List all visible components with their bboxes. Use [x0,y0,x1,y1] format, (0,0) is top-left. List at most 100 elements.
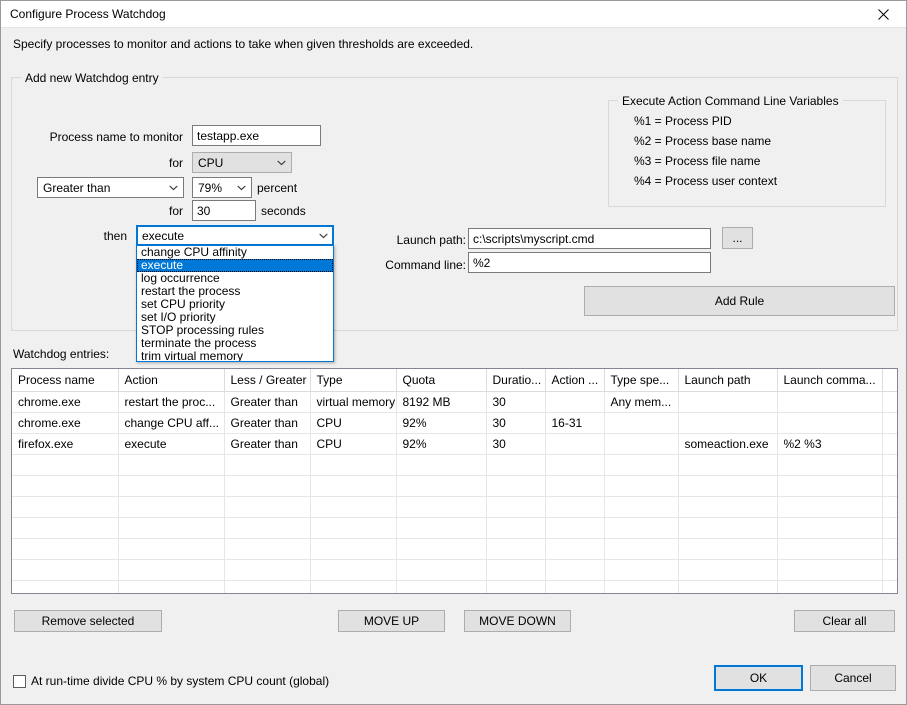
cancel-button[interactable]: Cancel [810,665,896,691]
duration-input[interactable] [192,200,256,221]
action-combo[interactable]: execute [136,225,334,246]
table-cell [396,475,486,496]
close-icon[interactable] [860,1,906,28]
table-cell [486,475,545,496]
table-cell [545,538,604,559]
table-cell: 92% [396,433,486,454]
table-cell [12,580,118,594]
move-up-button[interactable]: MOVE UP [338,610,445,632]
browse-button[interactable]: ... [722,227,753,249]
watchdog-entries-grid[interactable]: Process nameActionLess / GreaterTypeQuot… [11,368,898,594]
table-cell [604,517,678,538]
table-cell [604,454,678,475]
table-cell: CPU [310,433,396,454]
table-cell [545,391,604,412]
table-row[interactable] [12,475,897,496]
table-cell [604,580,678,594]
table-cell: chrome.exe [12,391,118,412]
table-cell [604,559,678,580]
clear-all-button[interactable]: Clear all [794,610,895,632]
ok-button[interactable]: OK [714,665,803,691]
table-cell: Greater than [224,391,310,412]
table-cell [777,412,882,433]
action-value: execute [137,229,314,243]
table-cell [882,496,897,517]
table-cell [310,538,396,559]
table-cell [604,412,678,433]
action-dropdown-list[interactable]: change CPU affinityexecutelog occurrence… [136,245,334,362]
table-cell [118,475,224,496]
table-row[interactable] [12,559,897,580]
table-cell [678,412,777,433]
table-cell [310,496,396,517]
table-cell: Any mem... [604,391,678,412]
table-row[interactable]: firefox.exeexecuteGreater thanCPU92%30so… [12,433,897,454]
table-cell: 30 [486,433,545,454]
table-row[interactable] [12,580,897,594]
column-header-9[interactable]: Launch comma... [777,369,882,391]
column-header-6[interactable]: Action ... [545,369,604,391]
table-cell: chrome.exe [12,412,118,433]
process-name-input[interactable] [192,125,321,146]
table-row[interactable] [12,496,897,517]
table-row[interactable]: chrome.exechange CPU aff...Greater thanC… [12,412,897,433]
table-cell [224,559,310,580]
add-watchdog-entry-legend: Add new Watchdog entry [21,71,163,85]
launch-path-input[interactable] [468,228,711,249]
table-cell: 30 [486,412,545,433]
column-header-4[interactable]: Quota [396,369,486,391]
divide-cpu-checkbox-row[interactable]: At run-time divide CPU % by system CPU c… [13,674,329,688]
column-header-0[interactable]: Process name [12,369,118,391]
column-header-10[interactable] [882,369,897,391]
table-cell [118,517,224,538]
table-row[interactable] [12,538,897,559]
duration-for-label: for [121,204,183,218]
divide-cpu-checkbox[interactable] [13,675,26,688]
metric-type-value: CPU [193,156,272,170]
table-cell: 30 [486,391,545,412]
remove-selected-button[interactable]: Remove selected [14,610,162,632]
table-cell [545,580,604,594]
table-cell [678,391,777,412]
column-header-7[interactable]: Type spe... [604,369,678,391]
table-cell [486,580,545,594]
table-cell [396,454,486,475]
table-cell [545,559,604,580]
table-cell [882,517,897,538]
table-cell: execute [118,433,224,454]
column-header-1[interactable]: Action [118,369,224,391]
table-cell [396,496,486,517]
table-cell: change CPU aff... [118,412,224,433]
table-cell [678,475,777,496]
column-header-5[interactable]: Duratio... [486,369,545,391]
table-cell [678,496,777,517]
table-cell [777,538,882,559]
table-cell [604,475,678,496]
divide-cpu-checkbox-label: At run-time divide CPU % by system CPU c… [31,674,329,688]
metric-type-combo[interactable]: CPU [192,152,292,173]
table-row[interactable]: chrome.exerestart the proc...Greater tha… [12,391,897,412]
table-cell [12,559,118,580]
table-cell [224,580,310,594]
column-header-2[interactable]: Less / Greater [224,369,310,391]
table-cell [12,538,118,559]
command-line-variables-group: Execute Action Command Line Variables %1… [608,100,886,207]
table-cell [118,454,224,475]
table-cell [118,559,224,580]
command-line-variables-legend: Execute Action Command Line Variables [618,94,843,108]
action-option-8[interactable]: trim virtual memory [137,350,333,362]
add-rule-button[interactable]: Add Rule [584,286,895,316]
comparison-combo[interactable]: Greater than [37,177,184,198]
table-cell [310,475,396,496]
table-cell: 8192 MB [396,391,486,412]
quota-combo[interactable]: 79% [192,177,252,198]
quota-value: 79% [193,181,232,195]
move-down-button[interactable]: MOVE DOWN [464,610,571,632]
column-header-8[interactable]: Launch path [678,369,777,391]
column-header-3[interactable]: Type [310,369,396,391]
table-row[interactable] [12,517,897,538]
table-row[interactable] [12,454,897,475]
seconds-label: seconds [261,204,306,218]
command-line-input[interactable] [468,252,711,273]
comparison-value: Greater than [38,181,164,195]
